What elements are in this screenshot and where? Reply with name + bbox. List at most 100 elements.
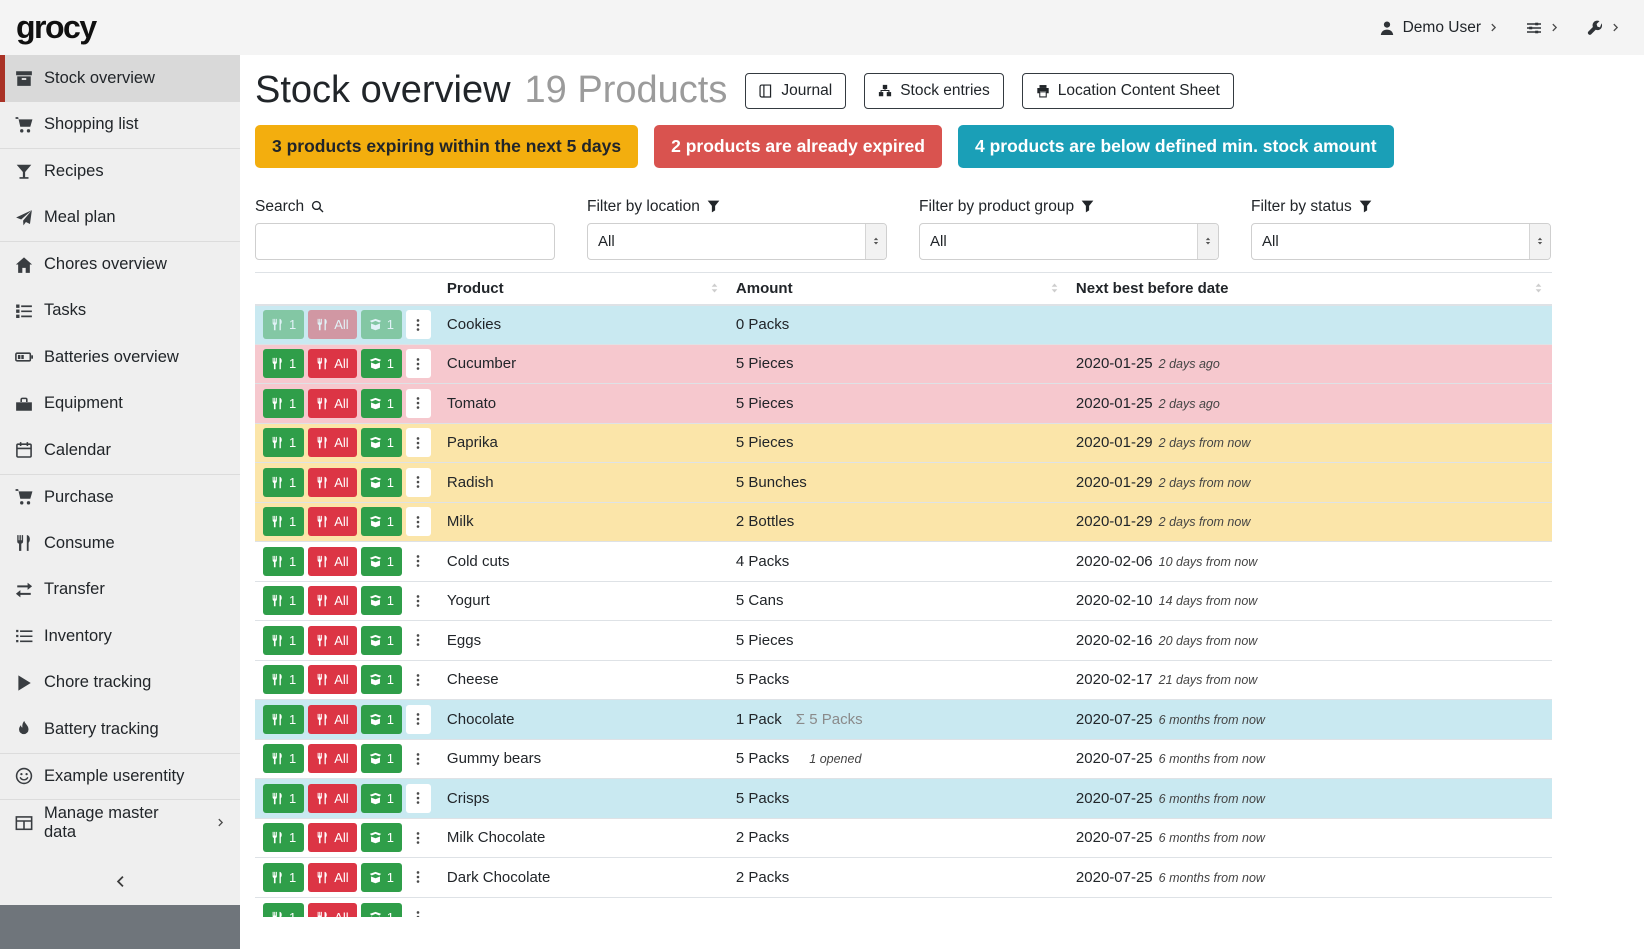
row-menu-button[interactable] bbox=[406, 626, 431, 655]
sidebar-item-shopping-list[interactable]: Shopping list bbox=[0, 102, 240, 149]
open-1-button[interactable]: 1 bbox=[361, 863, 402, 892]
sidebar-item-calendar[interactable]: Calendar bbox=[0, 427, 240, 474]
row-menu-button[interactable] bbox=[406, 586, 431, 615]
sidebar-item-inventory[interactable]: Inventory bbox=[0, 613, 240, 660]
consume-1-button[interactable]: 1 bbox=[263, 507, 304, 536]
consume-all-button[interactable]: All bbox=[308, 744, 356, 773]
open-1-button[interactable]: 1 bbox=[361, 823, 402, 852]
expiring-alert-badge[interactable]: 3 products expiring within the next 5 da… bbox=[255, 125, 638, 168]
consume-all-button[interactable]: All bbox=[308, 547, 356, 576]
consume-1-button[interactable]: 1 bbox=[263, 626, 304, 655]
sidebar-item-chores-overview[interactable]: Chores overview bbox=[0, 241, 240, 288]
sidebar-item-equipment[interactable]: Equipment bbox=[0, 381, 240, 428]
open-1-button[interactable]: 1 bbox=[361, 744, 402, 773]
sidebar-item-tasks[interactable]: Tasks bbox=[0, 288, 240, 335]
consume-all-button[interactable]: All bbox=[308, 903, 356, 917]
consume-all-button[interactable]: All bbox=[308, 468, 356, 497]
row-menu-button[interactable] bbox=[406, 389, 431, 418]
consume-all-button[interactable]: All bbox=[308, 784, 356, 813]
open-1-button[interactable]: 1 bbox=[361, 903, 402, 917]
consume-1-button[interactable]: 1 bbox=[263, 428, 304, 457]
search-label: Search bbox=[255, 198, 304, 216]
consume-all-button[interactable]: All bbox=[308, 665, 356, 694]
row-menu-button[interactable] bbox=[406, 863, 431, 892]
row-menu-button[interactable] bbox=[406, 823, 431, 852]
consume-1-button[interactable]: 1 bbox=[263, 784, 304, 813]
row-menu-button[interactable] bbox=[406, 310, 431, 339]
open-1-button[interactable]: 1 bbox=[361, 705, 402, 734]
sidebar-item-meal-plan[interactable]: Meal plan bbox=[0, 195, 240, 242]
search-input[interactable] bbox=[255, 223, 555, 260]
stock-entries-button[interactable]: Stock entries bbox=[864, 73, 1004, 109]
row-menu-button[interactable] bbox=[406, 428, 431, 457]
sidebar-item-manage-master-data[interactable]: Manage master data bbox=[0, 799, 240, 846]
row-menu-button[interactable] bbox=[406, 547, 431, 576]
sidebar-item-example-userentity[interactable]: Example userentity bbox=[0, 753, 240, 800]
row-menu-button[interactable] bbox=[406, 468, 431, 497]
sidebar-item-transfer[interactable]: Transfer bbox=[0, 567, 240, 614]
consume-all-button[interactable]: All bbox=[308, 428, 356, 457]
consume-1-button[interactable]: 1 bbox=[263, 547, 304, 576]
consume-1-button[interactable]: 1 bbox=[263, 468, 304, 497]
consume-all-button[interactable]: All bbox=[308, 626, 356, 655]
admin-menu[interactable] bbox=[1587, 20, 1620, 36]
consume-1-button[interactable]: 1 bbox=[263, 705, 304, 734]
consume-all-button[interactable]: All bbox=[308, 310, 356, 339]
consume-all-button[interactable]: All bbox=[308, 349, 356, 378]
open-1-button[interactable]: 1 bbox=[361, 349, 402, 378]
row-menu-button[interactable] bbox=[406, 784, 431, 813]
row-menu-button[interactable] bbox=[406, 903, 431, 917]
open-1-button[interactable]: 1 bbox=[361, 428, 402, 457]
sidebar-collapse-button[interactable] bbox=[0, 857, 240, 905]
open-1-button[interactable]: 1 bbox=[361, 310, 402, 339]
consume-all-button[interactable]: All bbox=[308, 705, 356, 734]
consume-all-button[interactable]: All bbox=[308, 863, 356, 892]
open-1-button[interactable]: 1 bbox=[361, 626, 402, 655]
consume-1-button[interactable]: 1 bbox=[263, 349, 304, 378]
consume-1-button[interactable]: 1 bbox=[263, 903, 304, 917]
open-1-button[interactable]: 1 bbox=[361, 389, 402, 418]
row-menu-button[interactable] bbox=[406, 665, 431, 694]
consume-all-button[interactable]: All bbox=[308, 823, 356, 852]
settings-menu[interactable] bbox=[1526, 20, 1559, 36]
open-1-button[interactable]: 1 bbox=[361, 547, 402, 576]
expired-alert-badge[interactable]: 2 products are already expired bbox=[654, 125, 942, 168]
consume-1-button[interactable]: 1 bbox=[263, 863, 304, 892]
open-1-button[interactable]: 1 bbox=[361, 468, 402, 497]
sidebar-item-stock-overview[interactable]: Stock overview bbox=[0, 55, 240, 102]
status-filter-select[interactable]: All bbox=[1251, 223, 1551, 260]
open-1-button[interactable]: 1 bbox=[361, 586, 402, 615]
user-menu[interactable]: Demo User bbox=[1379, 19, 1498, 37]
row-menu-button[interactable] bbox=[406, 744, 431, 773]
open-1-button[interactable]: 1 bbox=[361, 507, 402, 536]
consume-1-button[interactable]: 1 bbox=[263, 389, 304, 418]
consume-all-button[interactable]: All bbox=[308, 586, 356, 615]
sidebar-item-battery-tracking[interactable]: Battery tracking bbox=[0, 706, 240, 753]
below-min-stock-alert-badge[interactable]: 4 products are below defined min. stock … bbox=[958, 125, 1394, 168]
location-filter-select[interactable]: All bbox=[587, 223, 887, 260]
consume-1-button[interactable]: 1 bbox=[263, 744, 304, 773]
grocy-logo[interactable]: grocy bbox=[16, 9, 96, 46]
row-menu-button[interactable] bbox=[406, 705, 431, 734]
location-content-sheet-button[interactable]: Location Content Sheet bbox=[1022, 73, 1234, 109]
consume-all-button[interactable]: All bbox=[308, 389, 356, 418]
journal-button[interactable]: Journal bbox=[745, 73, 846, 109]
consume-1-button[interactable]: 1 bbox=[263, 665, 304, 694]
row-menu-button[interactable] bbox=[406, 349, 431, 378]
sidebar-item-recipes[interactable]: Recipes bbox=[0, 148, 240, 195]
column-header-best-before-date[interactable]: Next best before date bbox=[1068, 272, 1552, 305]
consume-1-button[interactable]: 1 bbox=[263, 823, 304, 852]
open-1-button[interactable]: 1 bbox=[361, 784, 402, 813]
sidebar-item-chore-tracking[interactable]: Chore tracking bbox=[0, 660, 240, 707]
open-1-button[interactable]: 1 bbox=[361, 665, 402, 694]
column-header-amount[interactable]: Amount bbox=[728, 272, 1068, 305]
consume-1-button[interactable]: 1 bbox=[263, 310, 304, 339]
sidebar-item-purchase[interactable]: Purchase bbox=[0, 474, 240, 521]
consume-1-button[interactable]: 1 bbox=[263, 586, 304, 615]
sidebar-item-consume[interactable]: Consume bbox=[0, 520, 240, 567]
row-menu-button[interactable] bbox=[406, 507, 431, 536]
product-group-filter-select[interactable]: All bbox=[919, 223, 1219, 260]
column-header-product[interactable]: Product bbox=[439, 272, 728, 305]
sidebar-item-batteries-overview[interactable]: Batteries overview bbox=[0, 334, 240, 381]
consume-all-button[interactable]: All bbox=[308, 507, 356, 536]
